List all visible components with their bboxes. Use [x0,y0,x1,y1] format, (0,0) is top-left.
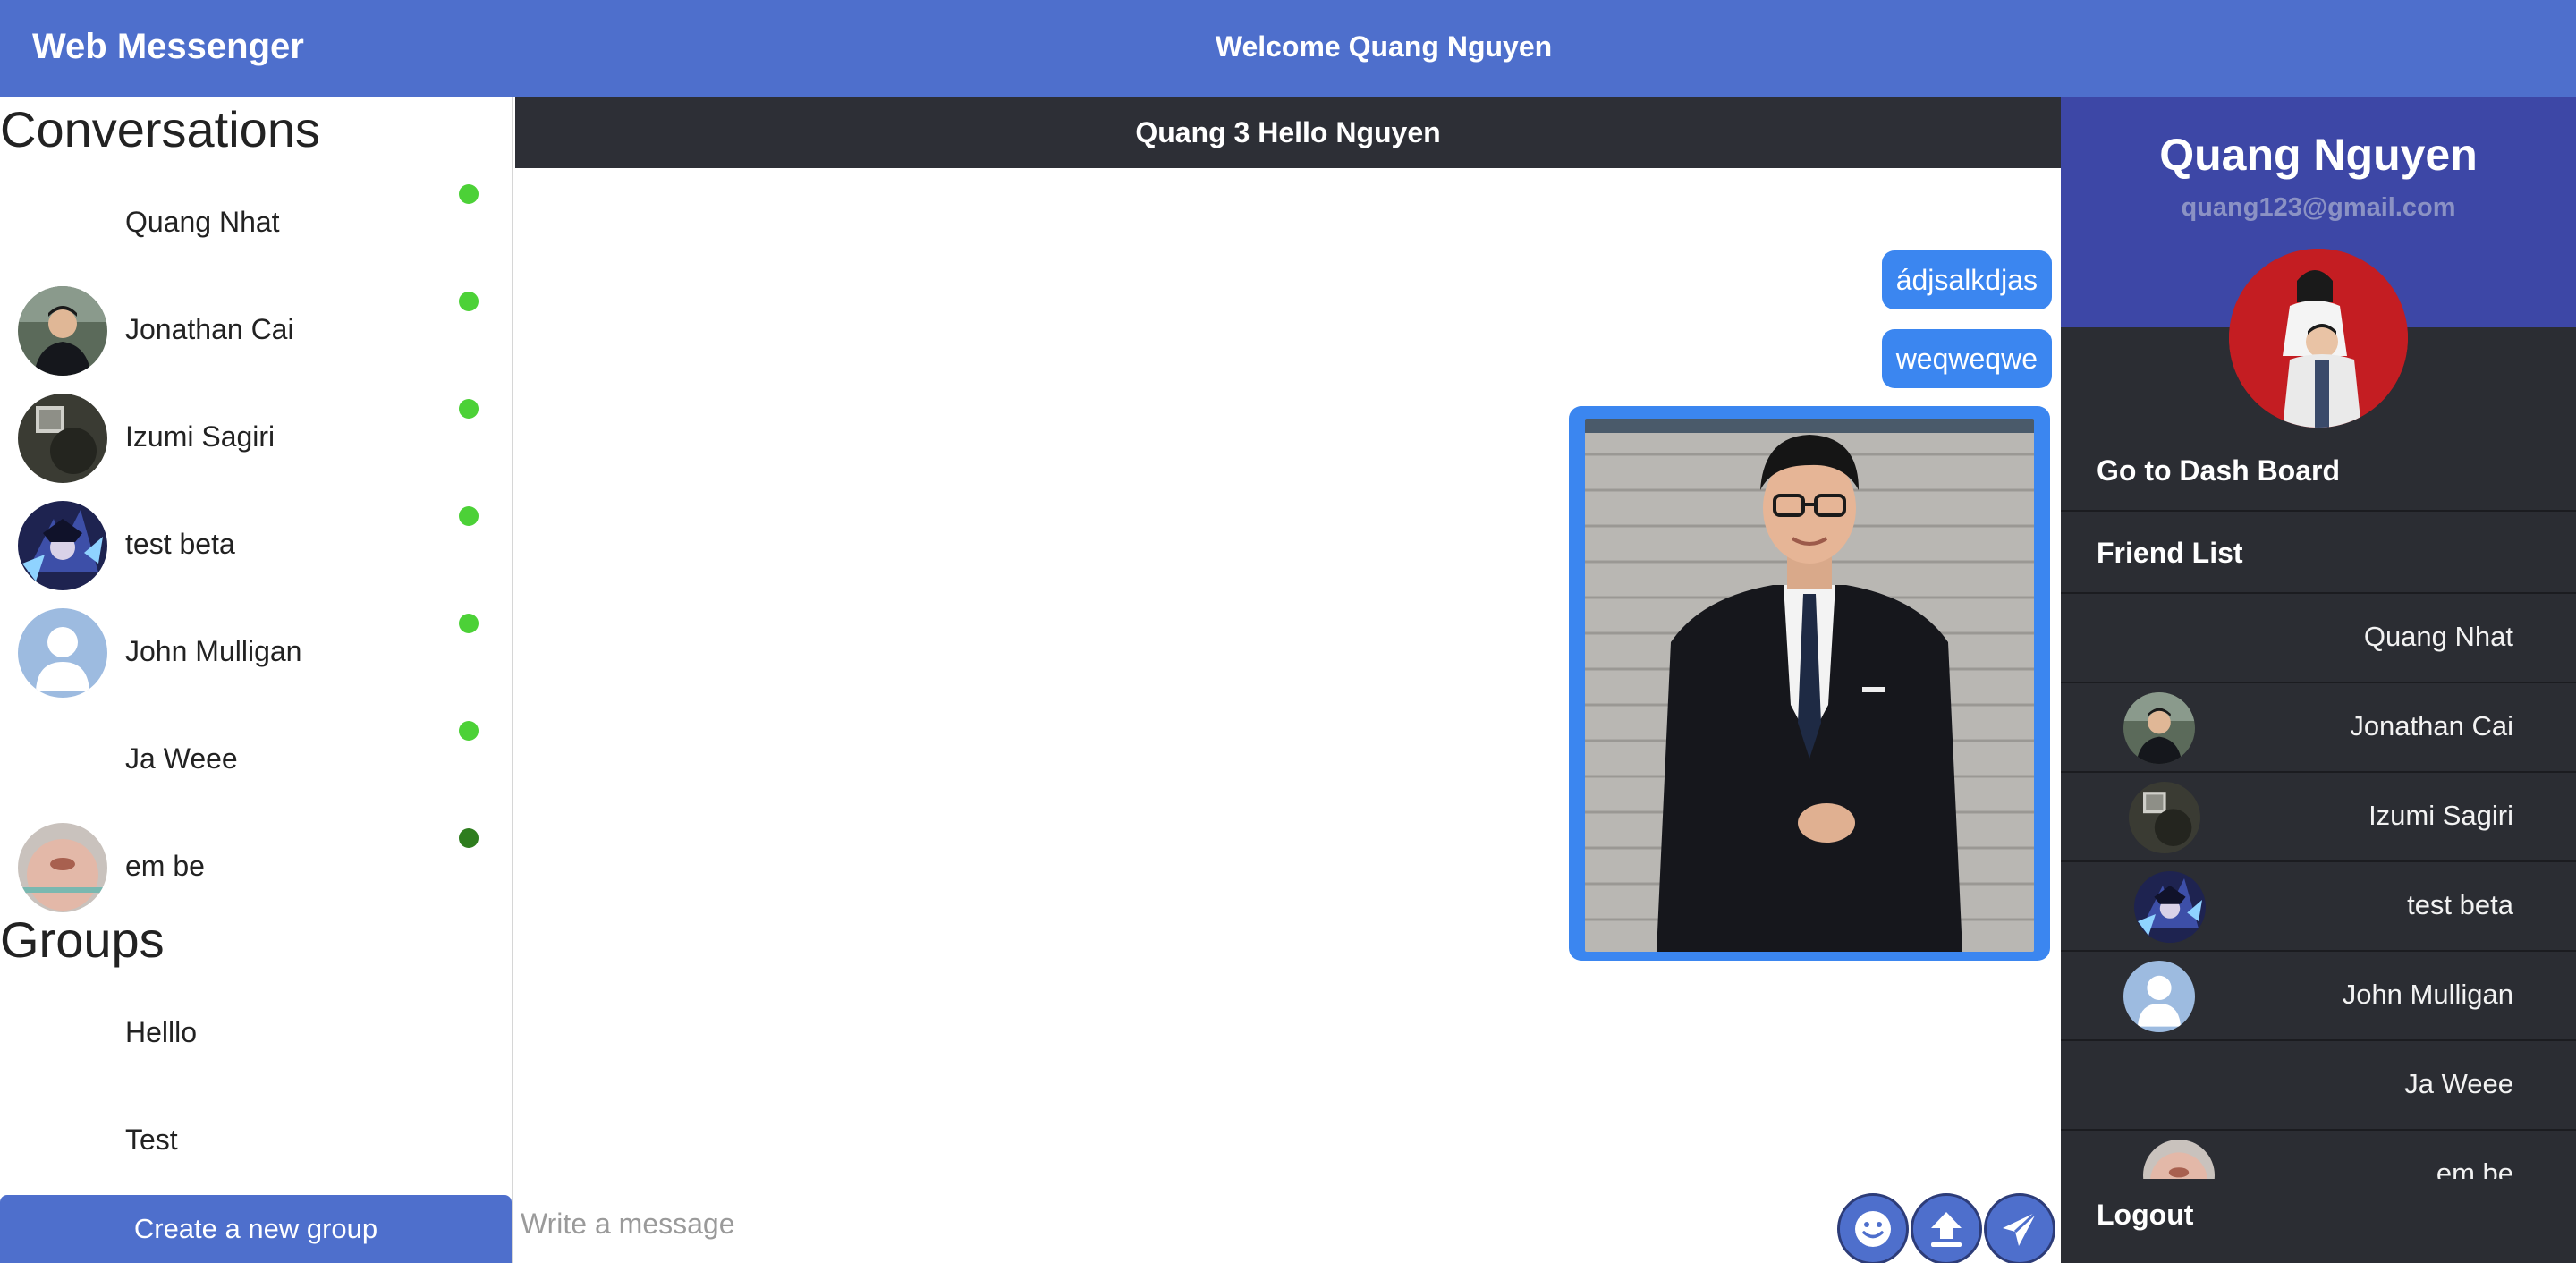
profile-avatar[interactable] [2229,249,2408,428]
group-name: Test [125,1123,178,1156]
avatar [2123,692,2195,764]
groups-title: Groups [0,911,165,968]
group-item[interactable]: Test [0,1091,512,1190]
avatar [18,179,107,268]
group-name: Helllo [125,1016,198,1048]
avatar [2136,1050,2207,1122]
avatar [2123,603,2195,674]
avatar [18,608,107,698]
friend-name: Quang Nhat [2363,621,2513,652]
conversation-item[interactable]: Quang Nhat [0,170,512,277]
message-bubble: ádjsalkdjas [1881,250,2052,309]
avatar [18,286,107,376]
friend-item[interactable]: Jonathan Cai [2061,683,2576,773]
upload-button[interactable] [1911,1193,1982,1263]
friend-name: John Mulligan [2342,979,2513,1010]
logout-button[interactable]: Logout [2061,1179,2576,1263]
message-input[interactable] [521,1206,1773,1242]
avatar [2129,782,2200,853]
conversation-item[interactable]: em be [0,814,512,921]
conversation-name: test beta [125,528,235,560]
friend-item[interactable]: Quang Nhat [2061,594,2576,683]
avatar [18,716,107,805]
conversation-name: Ja Weee [125,742,238,775]
profile-name: Quang Nguyen [2159,130,2478,180]
conversation-item[interactable]: Izumi Sagiri [0,385,512,492]
upload-icon [1931,1212,1962,1247]
conversation-name: John Mulligan [125,635,302,667]
friend-item[interactable]: Izumi Sagiri [2061,773,2576,862]
avatar [18,394,107,483]
avatar [2123,961,2195,1032]
friend-name: Jonathan Cai [2350,710,2513,742]
online-status-dot [459,292,479,311]
chat-title: Quang 3 Hello Nguyen [515,97,2061,168]
top-bar: Web Messenger Welcome Quang Nguyen [0,0,2576,97]
friend-item[interactable]: Ja Weee [2061,1041,2576,1131]
online-status-dot [459,184,479,204]
avatar [18,823,107,912]
create-group-button[interactable]: Create a new group [0,1195,512,1263]
profile-email: quang123@gmail.com [2181,193,2456,222]
friend-item[interactable]: test beta [2061,862,2576,952]
message-photo [1585,419,2034,952]
message-composer [515,1179,2061,1263]
online-status-dot [459,399,479,419]
conversation-name: Jonathan Cai [125,313,294,345]
image-message[interactable] [1569,406,2050,961]
online-status-dot [459,721,479,741]
chat-panel: Quang 3 Hello Nguyen ádjsalkdjas weqweqw… [515,97,2061,1263]
conversation-item[interactable]: John Mulligan [0,599,512,707]
emoji-button[interactable] [1837,1193,1909,1263]
profile-sidebar: Quang Nguyen quang123@gmail.com Go to Da… [2061,97,2576,1263]
online-status-dot [459,506,479,526]
friend-name: test beta [2407,889,2513,920]
group-item[interactable]: Helllo [0,984,512,1082]
welcome-text: Welcome Quang Nguyen [1215,30,1553,63]
avatar [18,501,107,590]
friend-name: Ja Weee [2404,1068,2513,1099]
conversation-item[interactable]: Ja Weee [0,707,512,814]
emoji-icon [1855,1211,1891,1247]
conversation-name: em be [125,850,205,882]
send-icon [2003,1210,2038,1246]
conversation-item[interactable]: test beta [0,492,512,599]
message-bubble: weqweqwe [1881,329,2052,388]
away-status-dot [459,828,479,848]
friend-name: Izumi Sagiri [2368,800,2513,831]
conversation-item[interactable]: Jonathan Cai [0,277,512,385]
conversation-name: Quang Nhat [125,206,280,238]
online-status-dot [459,614,479,633]
dashboard-link[interactable]: Go to Dash Board [2061,429,2576,512]
conversation-name: Izumi Sagiri [125,420,275,453]
conversations-title: Conversations [0,101,320,157]
friend-item[interactable]: John Mulligan [2061,952,2576,1041]
send-button[interactable] [1984,1193,2055,1263]
friend-list-header[interactable]: Friend List [2061,512,2576,594]
avatar [2134,871,2206,943]
conversations-sidebar: Conversations Quang Nhat Jonathan Cai Iz… [0,97,513,1263]
